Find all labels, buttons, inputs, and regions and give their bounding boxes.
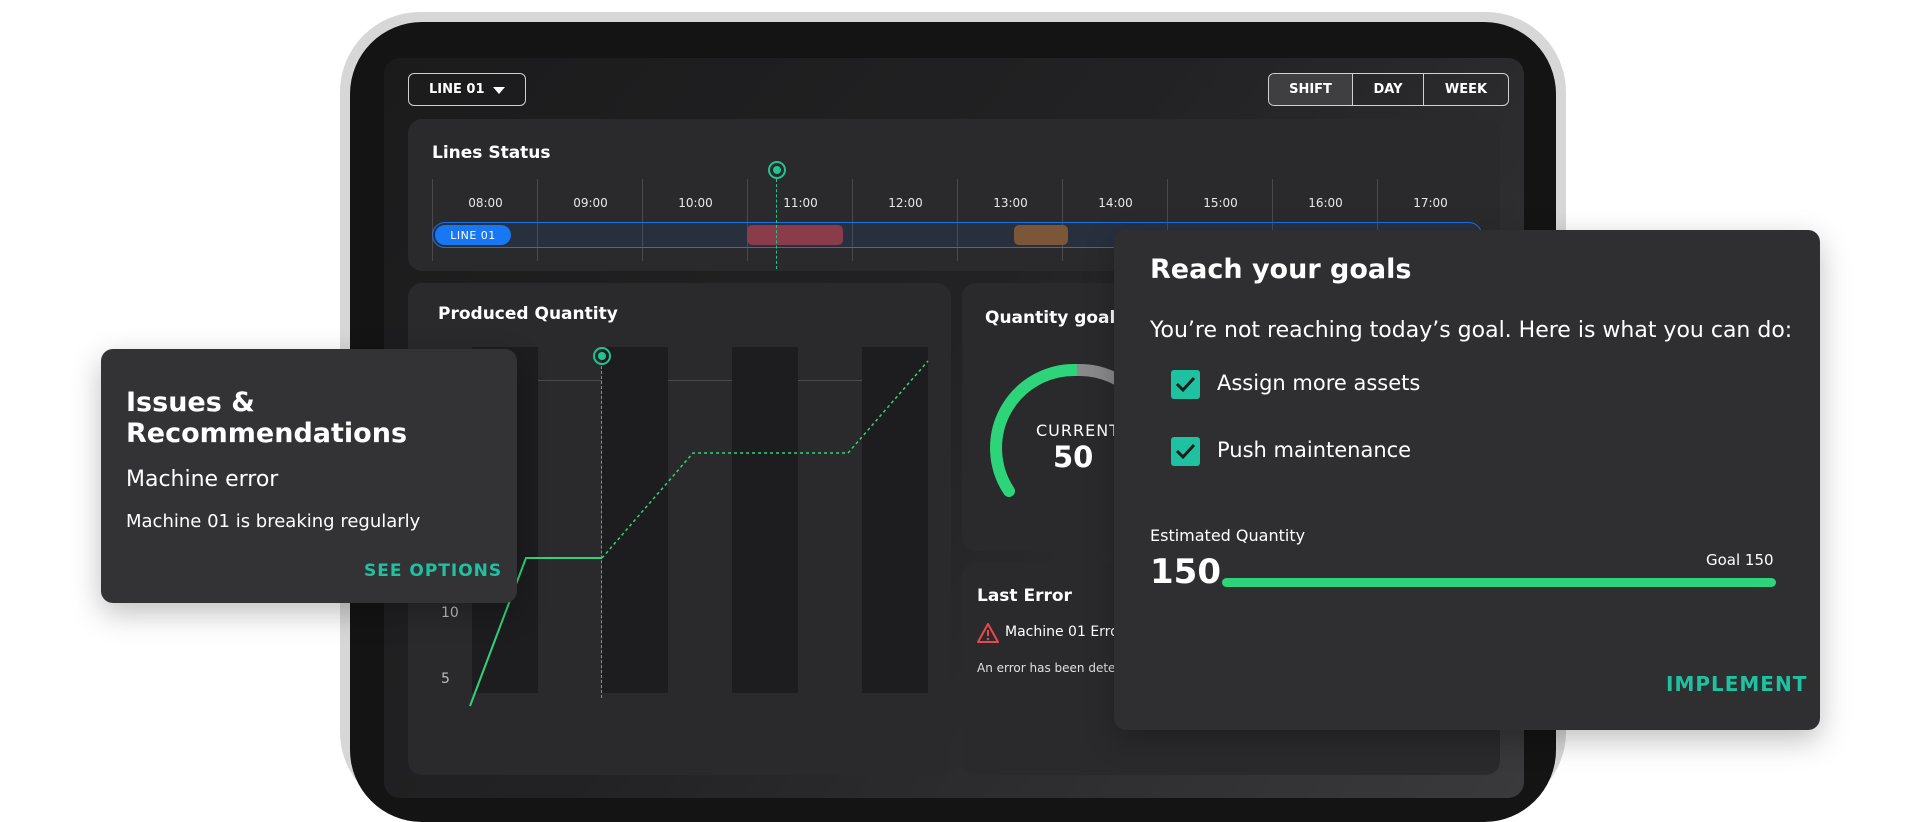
estimated-quantity-value: 150	[1150, 552, 1221, 592]
goal-label: Goal 150	[1706, 551, 1774, 569]
error-description: An error has been dete	[977, 661, 1116, 675]
range-day-button[interactable]: DAY	[1353, 74, 1424, 105]
lines-status-title: Lines Status	[432, 143, 551, 163]
issues-recommendations-card: Issues & Recommendations Machine error M…	[101, 349, 517, 603]
chart-current-time-line	[601, 366, 602, 698]
hour-label: 17:00	[1413, 196, 1448, 210]
error-title: Machine 01 Erro	[1005, 624, 1119, 640]
estimated-quantity-label: Estimated Quantity	[1150, 526, 1306, 545]
current-time-marker-icon[interactable]	[768, 161, 786, 179]
estimated-progress-fill	[1222, 578, 1776, 587]
hour-label: 15:00	[1203, 196, 1238, 210]
hour-column: 08:00	[432, 179, 538, 261]
warning-segment[interactable]	[1014, 225, 1068, 245]
error-segment[interactable]	[747, 225, 843, 245]
hour-column: 09:00	[537, 179, 643, 261]
assign-assets-label: Assign more assets	[1217, 371, 1421, 395]
assign-assets-checkbox[interactable]	[1171, 370, 1200, 399]
issue-title: Machine error	[126, 467, 279, 492]
hour-label: 16:00	[1308, 196, 1343, 210]
hour-column: 12:00	[852, 179, 958, 261]
hour-column: 10:00	[642, 179, 748, 261]
implement-button[interactable]: IMPLEMENT	[1666, 672, 1807, 696]
goals-card-subtitle: You’re not reaching today’s goal. Here i…	[1150, 318, 1793, 343]
hour-label: 10:00	[678, 196, 713, 210]
checkmark-icon	[1175, 376, 1196, 393]
hour-label: 11:00	[783, 196, 818, 210]
hour-column: 13:00	[957, 179, 1063, 261]
range-week-button[interactable]: WEEK	[1424, 74, 1508, 105]
range-shift-button[interactable]: SHIFT	[1269, 74, 1353, 105]
warning-icon	[977, 623, 999, 643]
last-error-title: Last Error	[977, 586, 1072, 606]
hour-label: 14:00	[1098, 196, 1133, 210]
checkmark-icon	[1175, 443, 1196, 460]
gauge-current-label: CURRENT	[1036, 421, 1120, 440]
reach-goals-card: Reach your goals You’re not reaching tod…	[1114, 230, 1820, 730]
chart-current-time-marker-icon[interactable]	[593, 347, 611, 365]
time-range-toggle: SHIFT DAY WEEK	[1268, 73, 1509, 106]
hour-column: 11:00	[747, 179, 853, 261]
line-select-dropdown[interactable]: LINE 01	[408, 73, 526, 106]
projected-quantity-line	[601, 360, 929, 559]
hour-label: 13:00	[993, 196, 1028, 210]
chevron-down-icon	[493, 87, 505, 94]
gauge-current-value: 50	[1053, 440, 1094, 474]
line-01-badge: LINE 01	[435, 225, 511, 245]
hour-label: 12:00	[888, 196, 923, 210]
hour-label: 09:00	[573, 196, 608, 210]
push-maintenance-checkbox[interactable]	[1171, 437, 1200, 466]
line-select-label: LINE 01	[429, 82, 485, 97]
current-time-line	[776, 179, 777, 269]
push-maintenance-label: Push maintenance	[1217, 438, 1412, 462]
issues-card-title: Issues & Recommendations	[126, 387, 408, 449]
goals-card-title: Reach your goals	[1150, 254, 1412, 285]
estimated-progress-track	[1222, 578, 1776, 587]
see-options-button[interactable]: SEE OPTIONS	[364, 561, 502, 581]
issue-description: Machine 01 is breaking regularly	[126, 511, 421, 532]
hour-label: 08:00	[468, 196, 503, 210]
